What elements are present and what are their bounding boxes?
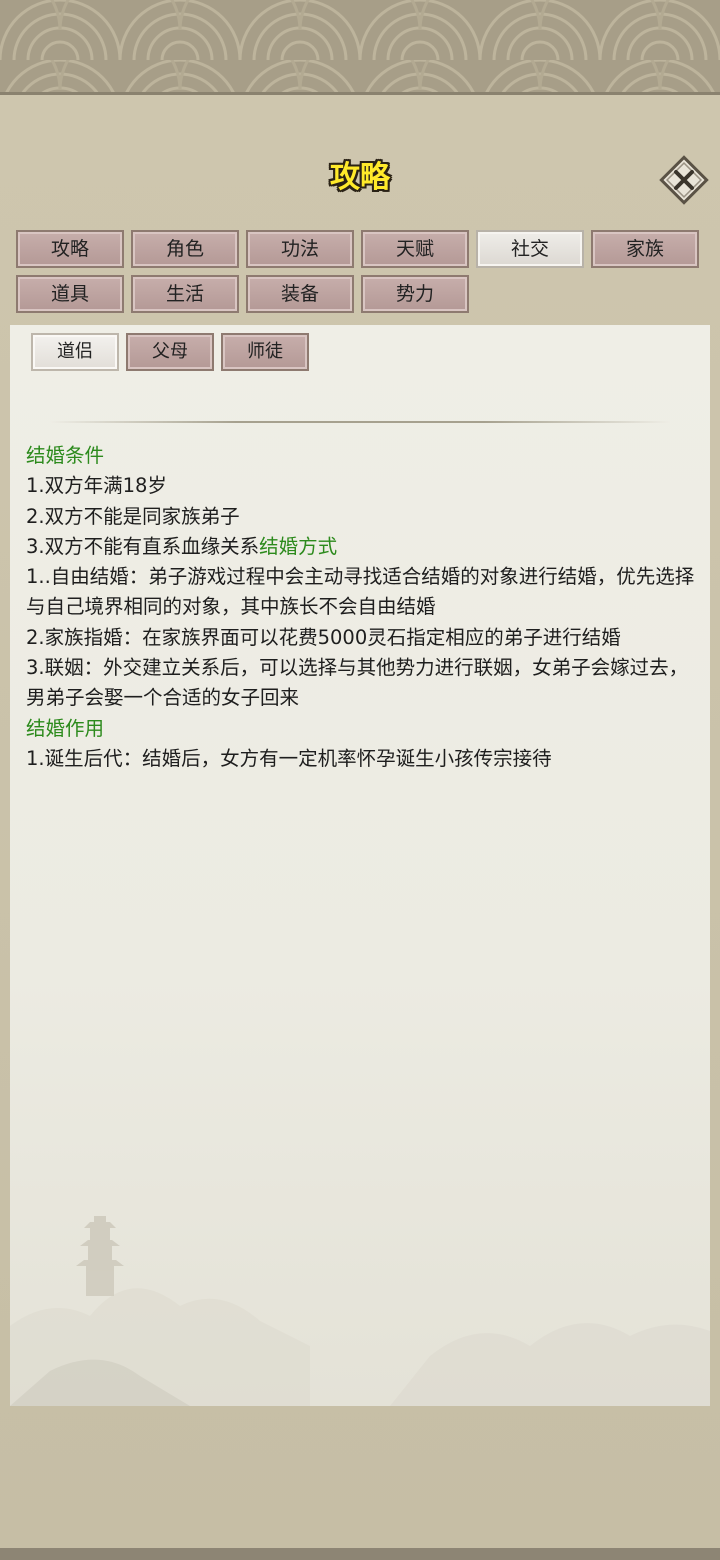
bottom-border-decoration <box>0 1548 720 1560</box>
method-line: 2.家族指婚：在家族界面可以花费5000灵石指定相应的弟子进行结婚 <box>26 625 621 649</box>
tab-equipment[interactable]: 装备 <box>246 275 354 313</box>
condition-line: 2.双方不能是同家族弟子 <box>26 504 240 528</box>
heading-marriage-effects: 结婚作用 <box>26 716 105 740</box>
condition-line: 1.双方年满18岁 <box>26 474 167 498</box>
method-line: 3.联姻：外交建立关系后，可以选择与其他势力进行联姻，女弟子会嫁过去，男弟子会娶… <box>26 656 689 710</box>
tab-social[interactable]: 社交 <box>476 230 584 268</box>
page-title: 攻略 <box>330 160 390 195</box>
subtab-partner[interactable]: 道侣 <box>31 333 119 371</box>
tab-guide[interactable]: 攻略 <box>16 230 124 268</box>
tab-talent[interactable]: 天赋 <box>361 230 469 268</box>
top-wave-decoration <box>0 0 720 100</box>
method-line: 1..自由结婚：弟子游戏过程中会主动寻找适合结婚的对象进行结婚，优先选择与自己境… <box>26 565 695 619</box>
subtab-master-disciple[interactable]: 师徒 <box>221 333 309 371</box>
tab-character[interactable]: 角色 <box>131 230 239 268</box>
landscape-watermark <box>10 1216 710 1406</box>
tab-skills[interactable]: 功法 <box>246 230 354 268</box>
close-x-icon <box>659 155 709 205</box>
guide-text: 结婚条件 1.双方年满18岁 2.双方不能是同家族弟子 3.双方不能有直系血缘关… <box>26 441 706 774</box>
subtab-parents[interactable]: 父母 <box>126 333 214 371</box>
condition-text: 3.双方不能有直系血缘关系 <box>26 534 260 558</box>
effect-line: 1.诞生后代：结婚后，女方有一定机率怀孕诞生小孩传宗接待 <box>26 746 552 770</box>
tab-life[interactable]: 生活 <box>131 275 239 313</box>
condition-line: 3.双方不能有直系血缘关系结婚方式 <box>26 532 706 562</box>
close-button[interactable] <box>656 152 712 208</box>
tab-items[interactable]: 道具 <box>16 275 124 313</box>
tab-family[interactable]: 家族 <box>591 230 699 268</box>
section-divider <box>50 421 670 423</box>
guide-content-panel: 道侣 父母 师徒 结婚条件 1.双方年满18岁 2.双方不能是同家族弟子 3.双… <box>10 325 710 1406</box>
heading-marriage-methods: 结婚方式 <box>259 534 338 558</box>
heading-marriage-conditions: 结婚条件 <box>26 444 105 467</box>
tab-faction[interactable]: 势力 <box>361 275 469 313</box>
